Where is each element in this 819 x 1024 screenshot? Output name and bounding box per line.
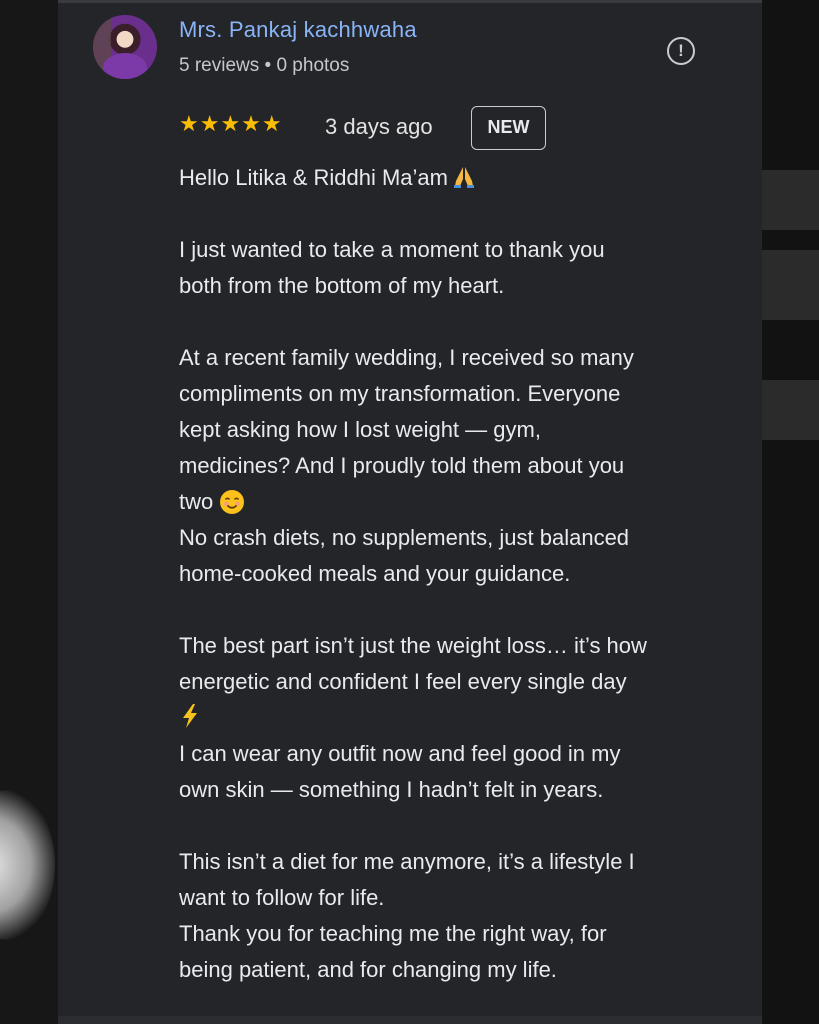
- blurred-background-right: [762, 0, 819, 1024]
- report-icon[interactable]: !: [667, 37, 695, 65]
- avatar-figure: [103, 53, 147, 79]
- review-line: medicines? And I proudly told them about…: [179, 453, 625, 478]
- blurred-band: [762, 170, 819, 230]
- review-line: At a recent family wedding, I received s…: [179, 345, 634, 370]
- review-line: energetic and confident I feel every sin…: [179, 669, 627, 694]
- blurred-light-spot: [0, 790, 55, 940]
- review-card: Mrs. Pankaj kachhwaha 5 reviews • 0 phot…: [58, 0, 762, 1024]
- new-badge: NEW: [471, 106, 546, 150]
- review-line: This isn’t a diet for me anymore, it’s a…: [179, 849, 635, 874]
- blurred-band: [762, 250, 819, 320]
- review-line: want to follow for life.: [179, 885, 385, 910]
- divider: [58, 0, 762, 3]
- review-text: Hello Litika & Riddhi Ma’am I just wante…: [179, 160, 754, 988]
- divider: [58, 1016, 762, 1024]
- blurred-band: [762, 380, 819, 440]
- review-time: 3 days ago: [325, 114, 433, 139]
- review-line: Hello Litika & Riddhi Ma’am: [179, 165, 448, 190]
- reviewer-meta: 5 reviews • 0 photos: [179, 55, 350, 76]
- smiling-face-emoji-icon: [220, 490, 245, 514]
- review-line: I can wear any outfit now and feel good …: [179, 741, 621, 766]
- review-line: No crash diets, no supplements, just bal…: [179, 525, 630, 550]
- review-line: both from the bottom of my heart.: [179, 273, 505, 298]
- lightning-emoji-icon: [183, 704, 197, 728]
- reviewer-name[interactable]: Mrs. Pankaj kachhwaha: [179, 17, 417, 43]
- review-line: home-cooked meals and your guidance.: [179, 561, 571, 586]
- review-line: kept asking how I lost weight — gym,: [179, 417, 541, 442]
- review-line: I just wanted to take a moment to thank …: [179, 237, 605, 262]
- review-line: The best part isn’t just the weight loss…: [179, 633, 647, 658]
- avatar[interactable]: [93, 15, 157, 79]
- star-rating: ★★★★★: [179, 112, 283, 137]
- review-line: compliments on my transformation. Everyo…: [179, 381, 621, 406]
- review-line: being patient, and for changing my life.: [179, 957, 557, 982]
- review-line: Thank you for teaching me the right way,…: [179, 921, 607, 946]
- folded-hands-emoji-icon: [454, 167, 474, 188]
- review-line: two: [179, 489, 214, 514]
- review-line: own skin — something I hadn’t felt in ye…: [179, 777, 604, 802]
- blurred-background-left: [0, 0, 58, 1024]
